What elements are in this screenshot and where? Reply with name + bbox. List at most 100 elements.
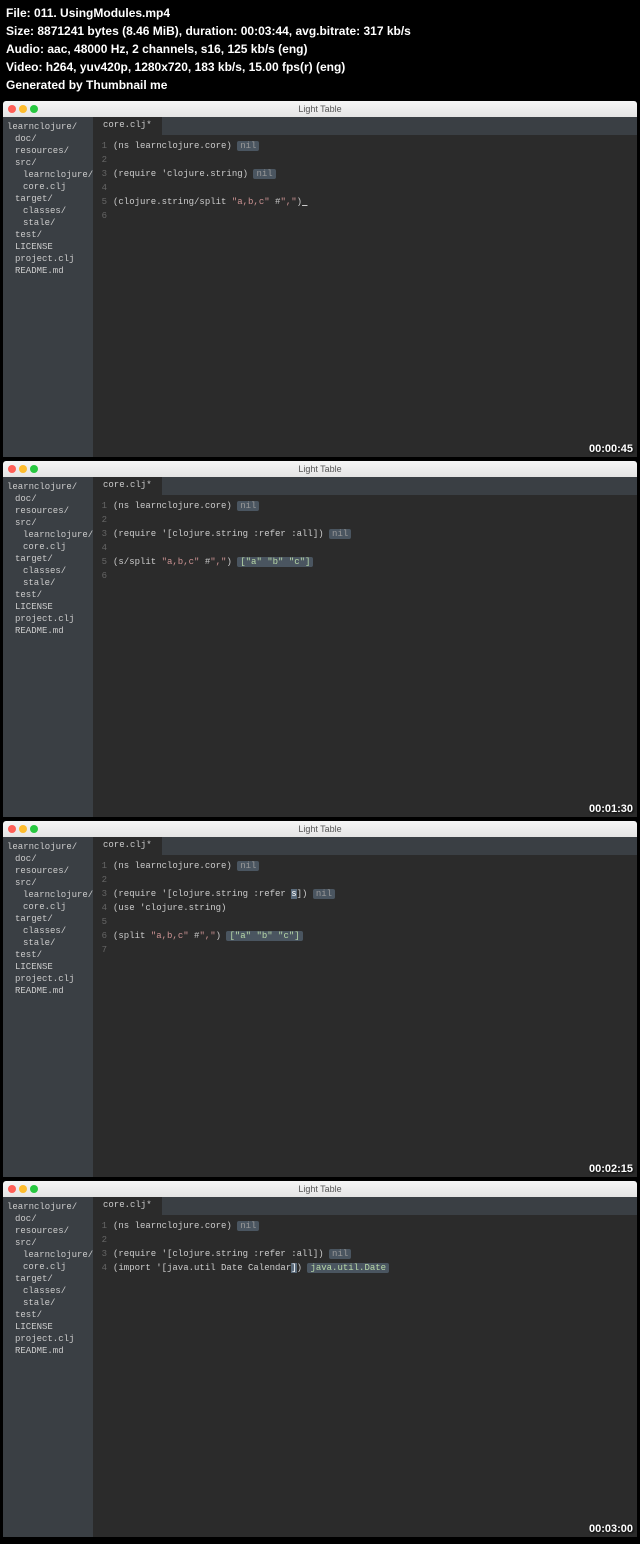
close-icon[interactable] — [8, 105, 16, 113]
file-tree-item[interactable]: stale/ — [3, 937, 93, 949]
code-line — [113, 541, 351, 555]
window-title: Light Table — [298, 464, 341, 474]
thumbnail-frame: Light Tablelearnclojure/doc/resources/sr… — [3, 101, 637, 457]
file-tree-item[interactable]: core.clj — [3, 181, 93, 193]
file-tree-item[interactable]: core.clj — [3, 901, 93, 913]
thumbnail-frame: Light Table learnclojure/doc/resources/sr… — [3, 461, 637, 817]
file-tree-item[interactable]: learnclojure/ — [3, 1201, 93, 1213]
editor-tab[interactable]: core.clj* — [93, 477, 162, 495]
maximize-icon[interactable] — [30, 825, 38, 833]
code-line — [113, 153, 307, 167]
file-tree-sidebar: learnclojure/doc/resources/src/learncloj… — [3, 1197, 93, 1537]
file-tree-item[interactable]: learnclojure/ — [3, 169, 93, 181]
file-tree-item[interactable]: classes/ — [3, 565, 93, 577]
file-tree-item[interactable]: LICENSE — [3, 601, 93, 613]
editor-tab[interactable]: core.clj* — [93, 117, 162, 135]
window-title: Light Table — [298, 824, 341, 834]
metadata-header: File: 011. UsingModules.mp4 Size: 887124… — [0, 0, 640, 98]
file-tree-item[interactable]: resources/ — [3, 1225, 93, 1237]
file-tree-item[interactable]: core.clj — [3, 541, 93, 553]
file-tree-item[interactable]: src/ — [3, 1237, 93, 1249]
tab-bar: core.clj* — [93, 1197, 637, 1215]
file-tree-item[interactable]: LICENSE — [3, 1321, 93, 1333]
file-tree-item[interactable]: project.clj — [3, 613, 93, 625]
code-area[interactable]: 123456(ns learnclojure.core) nil (requir… — [93, 135, 637, 227]
file-tree-item[interactable]: learnclojure/ — [3, 121, 93, 133]
frame-timestamp: 00:00:45 — [589, 443, 633, 455]
close-icon[interactable] — [8, 825, 16, 833]
file-tree-item[interactable]: README.md — [3, 1345, 93, 1357]
file-tree-item[interactable]: target/ — [3, 1273, 93, 1285]
editor-tab[interactable]: core.clj* — [93, 1197, 162, 1215]
file-tree-item[interactable]: target/ — [3, 193, 93, 205]
file-tree-item[interactable]: learnclojure/ — [3, 841, 93, 853]
file-tree-item[interactable]: src/ — [3, 517, 93, 529]
code-line: (ns learnclojure.core) nil — [113, 859, 335, 873]
file-tree-item[interactable]: test/ — [3, 949, 93, 961]
file-tree-item[interactable]: README.md — [3, 625, 93, 637]
file-tree-item[interactable]: stale/ — [3, 217, 93, 229]
file-tree-item[interactable]: resources/ — [3, 865, 93, 877]
minimize-icon[interactable] — [19, 465, 27, 473]
file-tree-item[interactable]: target/ — [3, 553, 93, 565]
code-line: (require '[clojure.string :refer s]) nil — [113, 887, 335, 901]
code-area[interactable]: 1234567(ns learnclojure.core) nil (requi… — [93, 855, 637, 961]
tab-bar: core.clj* — [93, 477, 637, 495]
file-tree-item[interactable]: doc/ — [3, 133, 93, 145]
file-tree-item[interactable]: stale/ — [3, 577, 93, 589]
code-line — [113, 873, 335, 887]
maximize-icon[interactable] — [30, 1185, 38, 1193]
file-tree-item[interactable]: doc/ — [3, 853, 93, 865]
file-tree-item[interactable]: doc/ — [3, 1213, 93, 1225]
code-line — [113, 569, 351, 583]
thumbnail-frame: Light Table learnclojure/doc/resources/sr… — [3, 821, 637, 1177]
file-tree-item[interactable]: core.clj — [3, 1261, 93, 1273]
close-icon[interactable] — [8, 1185, 16, 1193]
file-tree-item[interactable]: doc/ — [3, 493, 93, 505]
file-tree-item[interactable]: test/ — [3, 229, 93, 241]
file-tree-item[interactable]: classes/ — [3, 1285, 93, 1297]
code-area[interactable]: 123456(ns learnclojure.core) nil (requir… — [93, 495, 637, 587]
file-tree-item[interactable]: project.clj — [3, 253, 93, 265]
file-tree-item[interactable]: learnclojure/ — [3, 529, 93, 541]
file-tree-item[interactable]: test/ — [3, 1309, 93, 1321]
file-tree-item[interactable]: classes/ — [3, 205, 93, 217]
file-tree-item[interactable]: LICENSE — [3, 961, 93, 973]
file-tree-item[interactable]: test/ — [3, 589, 93, 601]
traffic-lights — [8, 1185, 38, 1193]
frame-timestamp: 00:03:00 — [589, 1523, 633, 1535]
minimize-icon[interactable] — [19, 105, 27, 113]
window-titlebar: Light Table — [3, 821, 637, 837]
maximize-icon[interactable] — [30, 105, 38, 113]
file-tree-item[interactable]: resources/ — [3, 505, 93, 517]
code-area[interactable]: 1234(ns learnclojure.core) nil (require … — [93, 1215, 637, 1279]
minimize-icon[interactable] — [19, 825, 27, 833]
code-line: (ns learnclojure.core) nil — [113, 139, 307, 153]
file-tree-item[interactable]: target/ — [3, 913, 93, 925]
file-tree-item[interactable]: project.clj — [3, 1333, 93, 1345]
file-tree-item[interactable]: stale/ — [3, 1297, 93, 1309]
maximize-icon[interactable] — [30, 465, 38, 473]
file-tree-item[interactable]: learnclojure/ — [3, 481, 93, 493]
code-line: (clojure.string/split "a,b,c" #",") — [113, 195, 307, 209]
code-line: (require '[clojure.string :refer :all]) … — [113, 527, 351, 541]
frame-timestamp: 00:02:15 — [589, 1163, 633, 1175]
file-tree-item[interactable]: src/ — [3, 877, 93, 889]
file-tree-item[interactable]: resources/ — [3, 145, 93, 157]
file-tree-item[interactable]: README.md — [3, 985, 93, 997]
close-icon[interactable] — [8, 465, 16, 473]
file-tree-item[interactable]: src/ — [3, 157, 93, 169]
line-gutter: 123456 — [93, 499, 113, 583]
editor-tab[interactable]: core.clj* — [93, 837, 162, 855]
tab-bar: core.clj* — [93, 117, 637, 135]
file-tree-item[interactable]: project.clj — [3, 973, 93, 985]
tab-bar: core.clj* — [93, 837, 637, 855]
code-lines: (ns learnclojure.core) nil (require '[cl… — [113, 1219, 389, 1275]
file-tree-item[interactable]: LICENSE — [3, 241, 93, 253]
file-tree-item[interactable]: learnclojure/ — [3, 1249, 93, 1261]
file-tree-item[interactable]: learnclojure/ — [3, 889, 93, 901]
minimize-icon[interactable] — [19, 1185, 27, 1193]
code-lines: (ns learnclojure.core) nil (require '[cl… — [113, 859, 335, 957]
file-tree-item[interactable]: classes/ — [3, 925, 93, 937]
file-tree-item[interactable]: README.md — [3, 265, 93, 277]
